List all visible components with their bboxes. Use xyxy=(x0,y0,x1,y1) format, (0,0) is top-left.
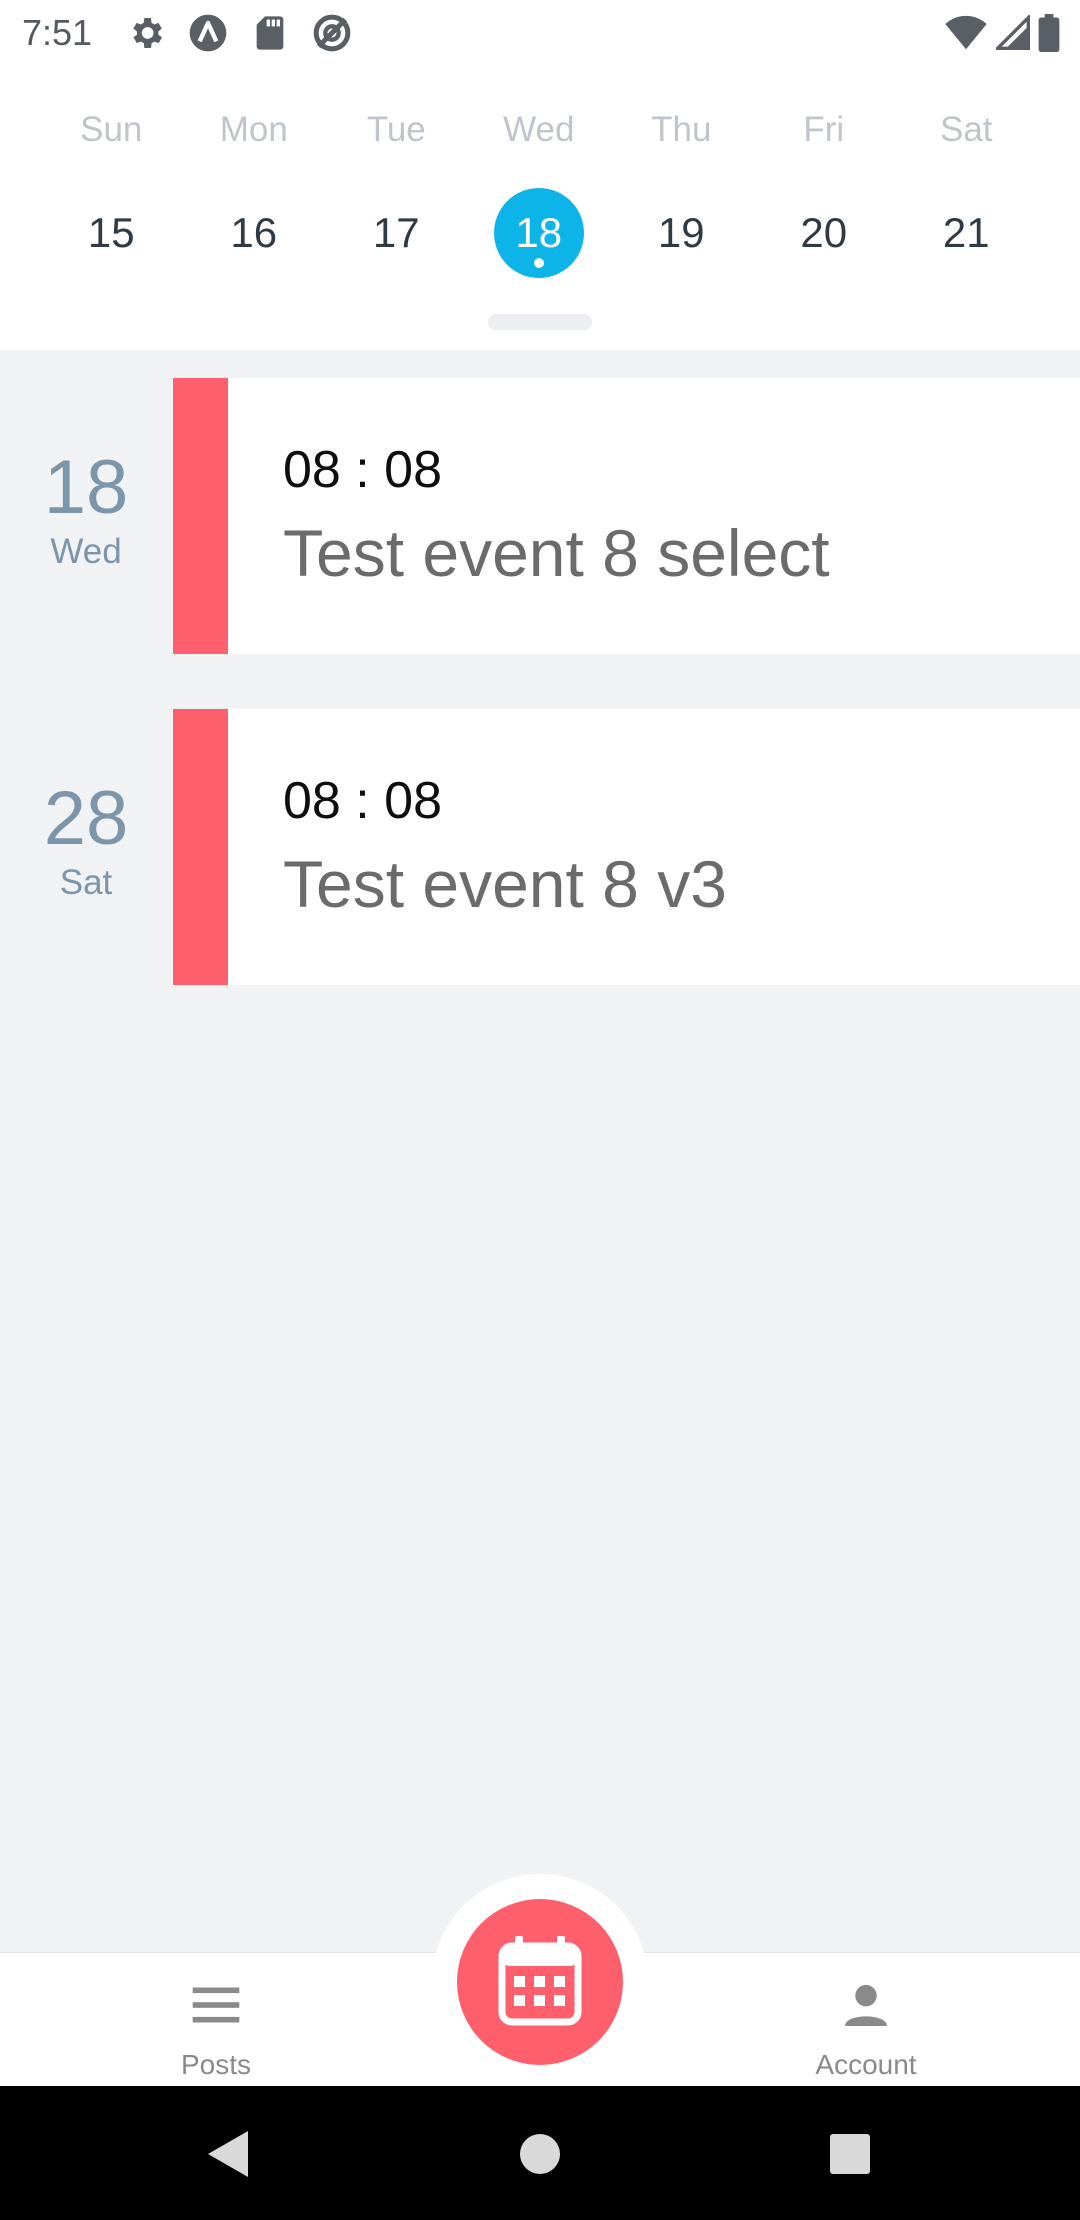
event-card[interactable]: 08 : 08 Test event 8 v3 xyxy=(173,709,1080,985)
date-number: 18 xyxy=(515,209,563,256)
home-icon[interactable] xyxy=(505,2119,575,2189)
date-16[interactable]: 16 xyxy=(183,188,326,278)
drag-handle[interactable] xyxy=(488,314,592,330)
wifi-icon xyxy=(945,15,987,50)
event-indicator-dot xyxy=(533,258,544,268)
status-time: 7:51 xyxy=(22,12,93,53)
calendar-icon xyxy=(498,1936,582,2026)
notification-a-icon xyxy=(189,14,227,52)
week-strip: Sun Mon Tue Wed Thu Fri Sat 15 16 17 18 … xyxy=(0,66,1080,350)
sd-card-icon xyxy=(256,16,284,50)
status-bar: 7:51 xyxy=(0,0,1080,66)
nav-posts[interactable]: Posts xyxy=(66,1953,366,2087)
date-20[interactable]: 20 xyxy=(753,188,896,278)
battery-icon xyxy=(1038,14,1060,52)
date-number: 20 xyxy=(800,209,848,256)
day-name: Thu xyxy=(651,110,712,149)
date-19[interactable]: 19 xyxy=(610,188,753,278)
agenda-day-name: Sat xyxy=(59,863,113,902)
event-card[interactable]: 08 : 08 Test event 8 select xyxy=(173,378,1080,654)
event-title: Test event 8 v3 xyxy=(283,847,727,921)
back-icon[interactable] xyxy=(196,2119,266,2189)
nav-account[interactable]: Account xyxy=(716,1953,1016,2087)
nav-posts-label: Posts xyxy=(180,2049,252,2080)
agenda-day-name: Wed xyxy=(50,532,122,571)
date-number: 21 xyxy=(942,209,990,256)
signal-icon xyxy=(996,15,1030,50)
agenda-item: 28 Sat 08 : 08 Test event 8 v3 xyxy=(0,681,1080,985)
event-color-bar xyxy=(173,378,228,654)
date-number: 19 xyxy=(657,209,705,256)
status-icons-right xyxy=(936,14,1060,52)
day-name: Mon xyxy=(219,110,288,149)
event-color-bar xyxy=(173,709,228,985)
system-nav-bar xyxy=(0,2086,1080,2220)
week-day-tue: Tue xyxy=(325,110,468,150)
week-day-sun: Sun xyxy=(40,110,183,150)
event-title: Test event 8 select xyxy=(283,516,830,590)
week-day-sat: Sat xyxy=(895,110,1038,150)
week-dates: 15 16 17 18 19 20 21 xyxy=(40,188,1040,278)
day-name: Tue xyxy=(366,110,426,149)
week-day-wed: Wed xyxy=(468,110,611,150)
nav-account-label: Account xyxy=(815,2049,917,2080)
date-21[interactable]: 21 xyxy=(895,188,1038,278)
agenda-date: 28 Sat xyxy=(0,681,172,957)
week-day-thu: Thu xyxy=(610,110,753,150)
date-17[interactable]: 17 xyxy=(325,188,468,278)
agenda-day-number: 18 xyxy=(43,445,129,530)
event-time: 08 : 08 xyxy=(283,772,443,830)
date-18-selected[interactable]: 18 xyxy=(468,188,611,278)
event-time: 08 : 08 xyxy=(283,441,443,499)
calendar-fab-button[interactable] xyxy=(457,1899,623,2065)
date-15[interactable]: 15 xyxy=(40,188,183,278)
week-day-names: Sun Mon Tue Wed Thu Fri Sat xyxy=(40,110,1040,150)
status-icons-left xyxy=(126,14,374,52)
week-day-mon: Mon xyxy=(183,110,326,150)
no-entry-icon xyxy=(313,14,351,52)
date-number: 16 xyxy=(230,209,278,256)
day-name: Sun xyxy=(80,110,143,149)
week-day-fri: Fri xyxy=(753,110,896,150)
day-name: Wed xyxy=(503,110,575,149)
date-number: 17 xyxy=(372,209,420,256)
gear-icon xyxy=(133,18,162,48)
date-number: 15 xyxy=(87,209,135,256)
day-name: Fri xyxy=(803,110,845,149)
menu-icon xyxy=(192,1987,240,2023)
agenda-date: 18 Wed xyxy=(0,350,172,626)
agenda-day-number: 28 xyxy=(43,776,129,861)
agenda-item: 18 Wed 08 : 08 Test event 8 select xyxy=(0,350,1080,654)
person-icon xyxy=(845,1984,887,2026)
day-name: Sat xyxy=(939,110,993,149)
recents-icon[interactable] xyxy=(815,2119,885,2189)
